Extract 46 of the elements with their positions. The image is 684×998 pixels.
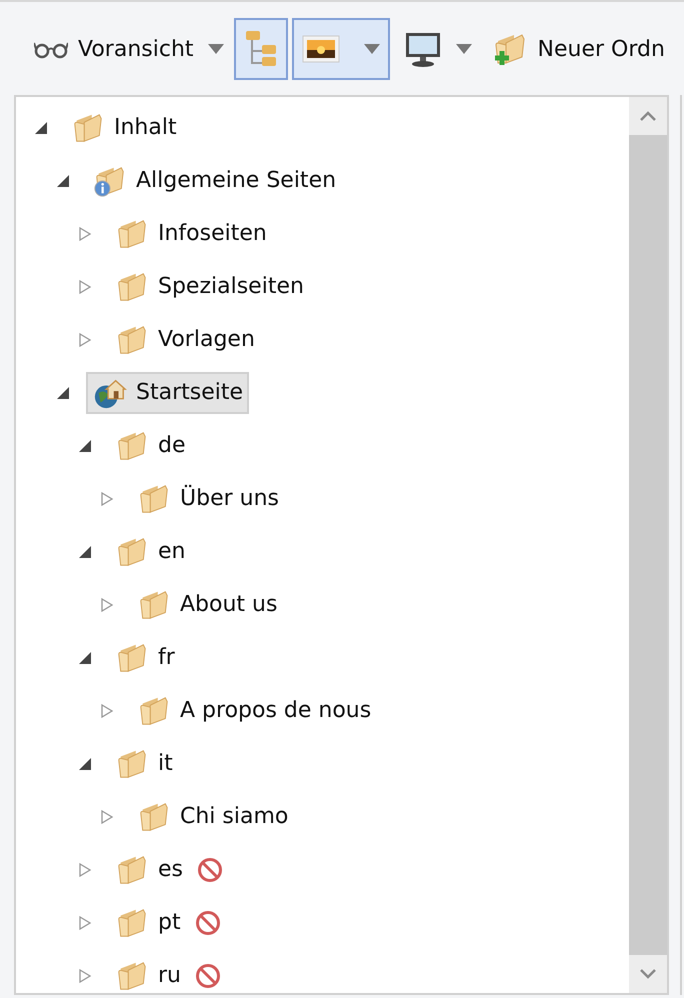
caret-icon[interactable] [456,44,472,54]
collapsed-triangle-icon[interactable] [100,704,114,718]
collapsed-triangle-icon[interactable] [78,916,92,930]
collapsed-triangle-icon[interactable] [100,598,114,612]
scrollbar[interactable] [629,97,667,993]
tree-item[interactable]: Über uns [130,478,285,520]
toolbar-button[interactable]: Neuer Ordn [482,18,675,80]
tree-item[interactable]: Allgemeine Seiten [86,160,342,202]
image-icon [302,35,340,63]
collapsed-triangle-icon[interactable] [100,810,114,824]
expanded-triangle-icon[interactable] [78,544,92,558]
expanded-triangle-icon[interactable] [56,174,70,188]
toolbar-toggle[interactable] [292,18,390,80]
toolbar-button[interactable]: Voransicht [24,18,204,80]
scroll-up-icon[interactable] [640,111,656,121]
monitor-icon [404,31,442,67]
tree-item[interactable]: ru [108,954,187,993]
scroll-down-icon[interactable] [640,969,656,979]
tree-item[interactable]: en [108,530,192,572]
tree-item[interactable]: fr [108,636,181,678]
expanded-triangle-icon[interactable] [78,438,92,452]
collapsed-triangle-icon[interactable] [100,492,114,506]
folder-tree-icon [244,29,278,69]
tree-item[interactable]: es [108,848,189,890]
collapsed-triangle-icon[interactable] [78,226,92,240]
tree-item[interactable]: About us [130,584,284,626]
tree-item[interactable]: de [108,424,192,466]
collapsed-triangle-icon[interactable] [78,968,92,982]
tree-item[interactable]: Vorlagen [108,318,261,360]
collapsed-triangle-icon[interactable] [78,280,92,294]
expanded-triangle-icon[interactable] [78,650,92,664]
expanded-triangle-icon[interactable] [56,386,70,400]
collapsed-triangle-icon[interactable] [78,862,92,876]
tree-item[interactable]: Chi siamo [130,796,294,838]
expanded-triangle-icon[interactable] [34,120,48,134]
tree-item[interactable]: Startseite [86,372,250,414]
caret-icon[interactable] [208,44,224,54]
tree-item[interactable]: Inhalt [64,106,183,148]
tree-item[interactable]: pt [108,902,187,944]
toolbar-toggle[interactable] [234,18,288,80]
tree-item[interactable]: Spezialseiten [108,266,310,308]
tree-item[interactable]: A propos de nous [130,690,378,732]
collapsed-triangle-icon[interactable] [78,332,92,346]
expanded-triangle-icon[interactable] [78,756,92,770]
tree-item[interactable]: it [108,742,179,784]
tree-item[interactable]: Infoseiten [108,212,273,254]
